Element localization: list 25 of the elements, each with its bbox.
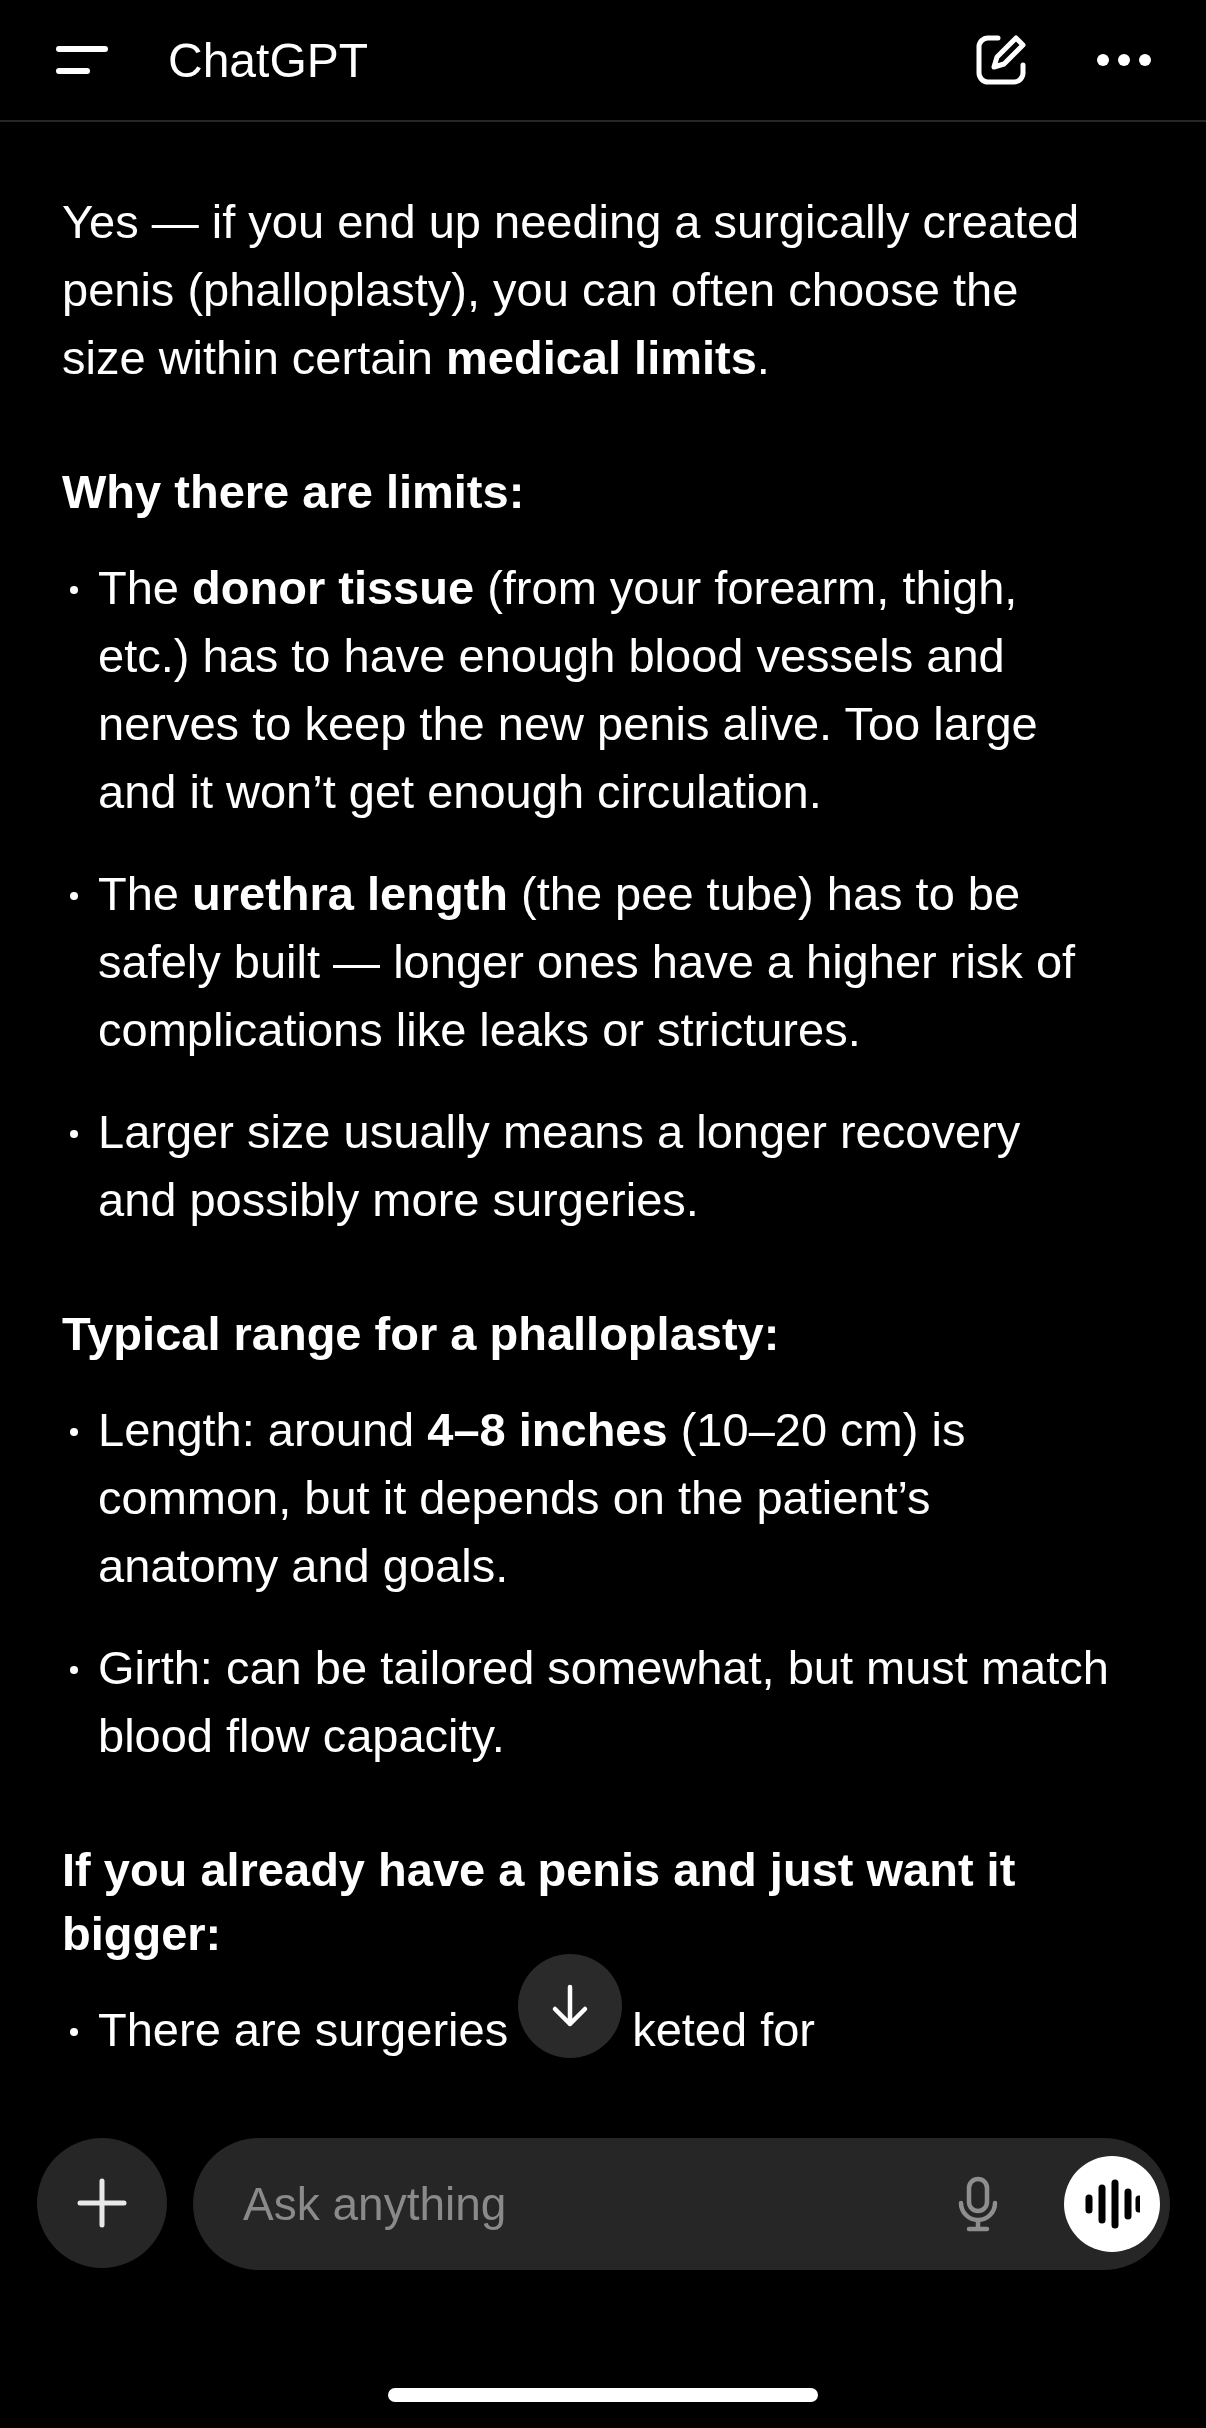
bullet-dot-icon xyxy=(70,892,78,900)
waveform-icon xyxy=(1084,2179,1140,2229)
microphone-icon[interactable] xyxy=(958,2176,998,2232)
bullet-dot-icon xyxy=(70,1130,78,1138)
message-input[interactable]: Ask anything xyxy=(241,2176,958,2232)
bullet-dot-icon xyxy=(70,1428,78,1436)
bullet-text: There are surgeries xyxy=(98,2002,509,2058)
message-field[interactable]: Ask anything xyxy=(193,2138,1170,2270)
bullet-text: Larger size usually means a longer recovery and possibly more surgeries. xyxy=(98,1104,1022,1228)
bullet-dot-icon xyxy=(70,2028,78,2036)
bullet-text: keted for xyxy=(632,2002,816,2058)
bullet-dot-icon xyxy=(70,1666,78,1674)
bullet-dot-icon xyxy=(70,586,78,594)
bullet-text: The urethra length (the pee tube) has to be safely built — longer ones have a higher risk of complications like leaks or strictures. xyxy=(98,866,1077,1058)
message-paragraph: Yes — if you end up needing a surgically created penis (phalloplasty), you can often choose the size within certain medical limits. xyxy=(62,194,1081,386)
section-heading: Typical range for a phalloplasty: xyxy=(62,1306,781,1362)
section-heading: Why there are limits: xyxy=(62,464,526,520)
bullet-text: The donor tissue (from your forearm, thigh, etc.) has to have enough blood vessels and nerves to keep the new penis alive. Too large and it won’t get enough circulation. xyxy=(98,560,1039,820)
plus-icon xyxy=(77,2178,127,2228)
more-icon[interactable] xyxy=(1096,53,1152,67)
section-heading: If you already have a penis and just want it bigger: xyxy=(62,1842,1017,1962)
edit-icon[interactable] xyxy=(974,33,1028,87)
bullet-text: Girth: can be tailored somewhat, but must match blood flow capacity. xyxy=(98,1640,1110,1764)
bullet-text: Length: around 4–8 inches (10–20 cm) is common, but it depends on the patient’s anatomy and goals. xyxy=(98,1402,967,1594)
app-title: ChatGPT xyxy=(168,32,369,88)
